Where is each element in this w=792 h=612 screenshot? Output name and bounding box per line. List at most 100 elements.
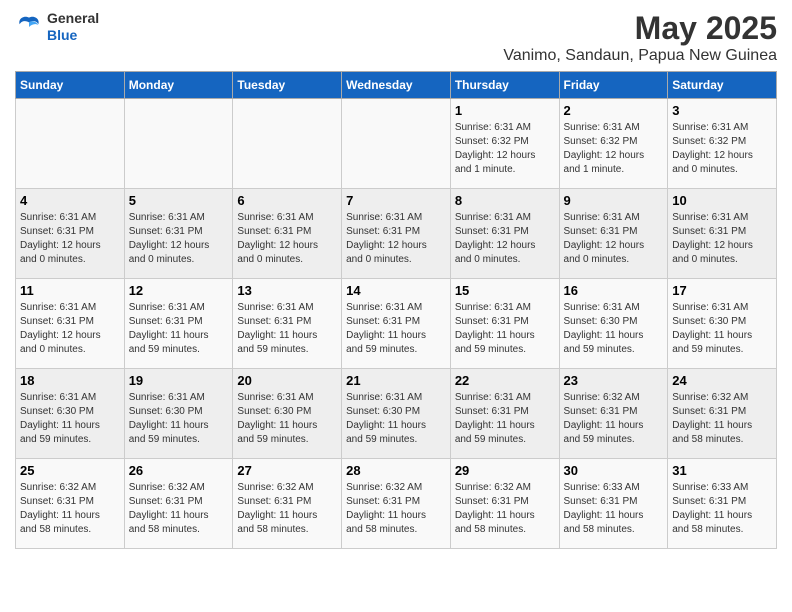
day-cell: 7 Sunrise: 6:31 AMSunset: 6:31 PMDaylight…	[342, 189, 451, 279]
day-number: 1	[455, 103, 555, 118]
week-row-3: 11 Sunrise: 6:31 AMSunset: 6:31 PMDayligh…	[16, 279, 777, 369]
day-info: Sunrise: 6:31 AMSunset: 6:30 PMDaylight:…	[346, 391, 446, 447]
page-header: General Blue May 2025 Vanimo, Sandaun, P…	[15, 10, 777, 65]
day-info: Sunrise: 6:32 AMSunset: 6:31 PMDaylight:…	[237, 481, 337, 537]
day-info: Sunrise: 6:31 AMSunset: 6:31 PMDaylight:…	[237, 211, 337, 267]
day-number: 22	[455, 373, 555, 388]
day-number: 23	[564, 373, 664, 388]
day-info: Sunrise: 6:31 AMSunset: 6:31 PMDaylight:…	[455, 211, 555, 267]
day-number: 6	[237, 193, 337, 208]
day-cell: 5 Sunrise: 6:31 AMSunset: 6:31 PMDaylight…	[124, 189, 233, 279]
day-info: Sunrise: 6:31 AMSunset: 6:31 PMDaylight:…	[129, 211, 229, 267]
day-cell: 18Sunrise: 6:31 AMSunset: 6:30 PMDayligh…	[16, 369, 125, 459]
day-info: Sunrise: 6:31 AMSunset: 6:30 PMDaylight:…	[237, 391, 337, 447]
day-number: 20	[237, 373, 337, 388]
weekday-header-tuesday: Tuesday	[233, 72, 342, 99]
week-row-1: 1 Sunrise: 6:31 AMSunset: 6:32 PMDaylight…	[16, 99, 777, 189]
day-number: 8	[455, 193, 555, 208]
day-cell: 1Sunrise: 6:31 AMSunset: 6:32 PMDaylight…	[450, 99, 559, 189]
day-info: Sunrise: 6:33 AMSunset: 6:31 PMDaylight:…	[672, 481, 772, 537]
day-number: 10	[672, 193, 772, 208]
title-block: May 2025 Vanimo, Sandaun, Papua New Guin…	[503, 10, 777, 65]
day-number: 17	[672, 283, 772, 298]
day-number: 16	[564, 283, 664, 298]
weekday-header-sunday: Sunday	[16, 72, 125, 99]
day-info: Sunrise: 6:31 AMSunset: 6:31 PMDaylight:…	[346, 301, 446, 357]
weekday-header-wednesday: Wednesday	[342, 72, 451, 99]
day-cell: 30 Sunrise: 6:33 AMSunset: 6:31 PMDayligh…	[559, 459, 668, 549]
day-info: Sunrise: 6:31 AMSunset: 6:31 PMDaylight:…	[455, 391, 555, 447]
day-info: Sunrise: 6:32 AMSunset: 6:31 PMDaylight:…	[346, 481, 446, 537]
day-number: 13	[237, 283, 337, 298]
day-cell: 15 Sunrise: 6:31 AMSunset: 6:31 PMDayligh…	[450, 279, 559, 369]
day-number: 15	[455, 283, 555, 298]
day-cell	[342, 99, 451, 189]
day-number: 21	[346, 373, 446, 388]
day-number: 29	[455, 463, 555, 478]
day-info: Sunrise: 6:33 AMSunset: 6:31 PMDaylight:…	[564, 481, 664, 537]
day-cell: 8 Sunrise: 6:31 AMSunset: 6:31 PMDaylight…	[450, 189, 559, 279]
day-number: 31	[672, 463, 772, 478]
day-cell: 17 Sunrise: 6:31 AMSunset: 6:30 PMDayligh…	[668, 279, 777, 369]
day-info: Sunrise: 6:31 AMSunset: 6:31 PMDaylight:…	[20, 211, 120, 267]
day-cell: 24 Sunrise: 6:32 AMSunset: 6:31 PMDayligh…	[668, 369, 777, 459]
weekday-header-row: SundayMondayTuesdayWednesdayThursdayFrid…	[16, 72, 777, 99]
day-number: 30	[564, 463, 664, 478]
logo-bird-icon	[15, 13, 43, 41]
day-cell: 26 Sunrise: 6:32 AMSunset: 6:31 PMDayligh…	[124, 459, 233, 549]
day-cell: 3 Sunrise: 6:31 AMSunset: 6:32 PMDaylight…	[668, 99, 777, 189]
day-cell: 27 Sunrise: 6:32 AMSunset: 6:31 PMDayligh…	[233, 459, 342, 549]
day-number: 4	[20, 193, 120, 208]
day-number: 7	[346, 193, 446, 208]
day-info: Sunrise: 6:31 AMSunset: 6:32 PMDaylight:…	[672, 121, 772, 177]
day-cell: 21 Sunrise: 6:31 AMSunset: 6:30 PMDayligh…	[342, 369, 451, 459]
weekday-header-thursday: Thursday	[450, 72, 559, 99]
day-cell: 16Sunrise: 6:31 AMSunset: 6:30 PMDayligh…	[559, 279, 668, 369]
day-cell: 2 Sunrise: 6:31 AMSunset: 6:32 PMDaylight…	[559, 99, 668, 189]
day-cell: 6 Sunrise: 6:31 AMSunset: 6:31 PMDaylight…	[233, 189, 342, 279]
day-info: Sunrise: 6:32 AMSunset: 6:31 PMDaylight:…	[20, 481, 120, 537]
day-info: Sunrise: 6:32 AMSunset: 6:31 PMDaylight:…	[129, 481, 229, 537]
day-number: 3	[672, 103, 772, 118]
day-number: 27	[237, 463, 337, 478]
day-number: 24	[672, 373, 772, 388]
day-info: Sunrise: 6:31 AMSunset: 6:32 PMDaylight:…	[564, 121, 664, 177]
day-cell: 13Sunrise: 6:31 AMSunset: 6:31 PMDayligh…	[233, 279, 342, 369]
day-cell	[233, 99, 342, 189]
day-info: Sunrise: 6:31 AMSunset: 6:30 PMDaylight:…	[129, 391, 229, 447]
day-cell: 28 Sunrise: 6:32 AMSunset: 6:31 PMDayligh…	[342, 459, 451, 549]
day-info: Sunrise: 6:32 AMSunset: 6:31 PMDaylight:…	[672, 391, 772, 447]
location-subtitle: Vanimo, Sandaun, Papua New Guinea	[503, 47, 777, 65]
day-number: 28	[346, 463, 446, 478]
day-cell	[124, 99, 233, 189]
day-cell: 22 Sunrise: 6:31 AMSunset: 6:31 PMDayligh…	[450, 369, 559, 459]
logo-text: General Blue	[47, 10, 99, 44]
day-cell: 23 Sunrise: 6:32 AMSunset: 6:31 PMDayligh…	[559, 369, 668, 459]
day-info: Sunrise: 6:32 AMSunset: 6:31 PMDaylight:…	[455, 481, 555, 537]
day-cell: 29 Sunrise: 6:32 AMSunset: 6:31 PMDayligh…	[450, 459, 559, 549]
day-info: Sunrise: 6:31 AMSunset: 6:31 PMDaylight:…	[129, 301, 229, 357]
logo: General Blue	[15, 10, 99, 44]
weekday-header-monday: Monday	[124, 72, 233, 99]
logo-general-label: General	[47, 10, 99, 27]
day-info: Sunrise: 6:31 AMSunset: 6:31 PMDaylight:…	[455, 301, 555, 357]
day-info: Sunrise: 6:31 AMSunset: 6:31 PMDaylight:…	[20, 301, 120, 357]
day-number: 11	[20, 283, 120, 298]
week-row-2: 4 Sunrise: 6:31 AMSunset: 6:31 PMDaylight…	[16, 189, 777, 279]
day-info: Sunrise: 6:32 AMSunset: 6:31 PMDaylight:…	[564, 391, 664, 447]
calendar-table: SundayMondayTuesdayWednesdayThursdayFrid…	[15, 71, 777, 549]
day-number: 5	[129, 193, 229, 208]
day-number: 26	[129, 463, 229, 478]
day-cell: 9Sunrise: 6:31 AMSunset: 6:31 PMDaylight…	[559, 189, 668, 279]
day-cell: 4 Sunrise: 6:31 AMSunset: 6:31 PMDaylight…	[16, 189, 125, 279]
day-info: Sunrise: 6:31 AMSunset: 6:30 PMDaylight:…	[672, 301, 772, 357]
day-cell: 11 Sunrise: 6:31 AMSunset: 6:31 PMDayligh…	[16, 279, 125, 369]
day-cell: 20 Sunrise: 6:31 AMSunset: 6:30 PMDayligh…	[233, 369, 342, 459]
day-number: 18	[20, 373, 120, 388]
day-number: 25	[20, 463, 120, 478]
weekday-header-friday: Friday	[559, 72, 668, 99]
day-cell	[16, 99, 125, 189]
day-number: 2	[564, 103, 664, 118]
day-info: Sunrise: 6:31 AMSunset: 6:31 PMDaylight:…	[564, 211, 664, 267]
day-info: Sunrise: 6:31 AMSunset: 6:31 PMDaylight:…	[346, 211, 446, 267]
